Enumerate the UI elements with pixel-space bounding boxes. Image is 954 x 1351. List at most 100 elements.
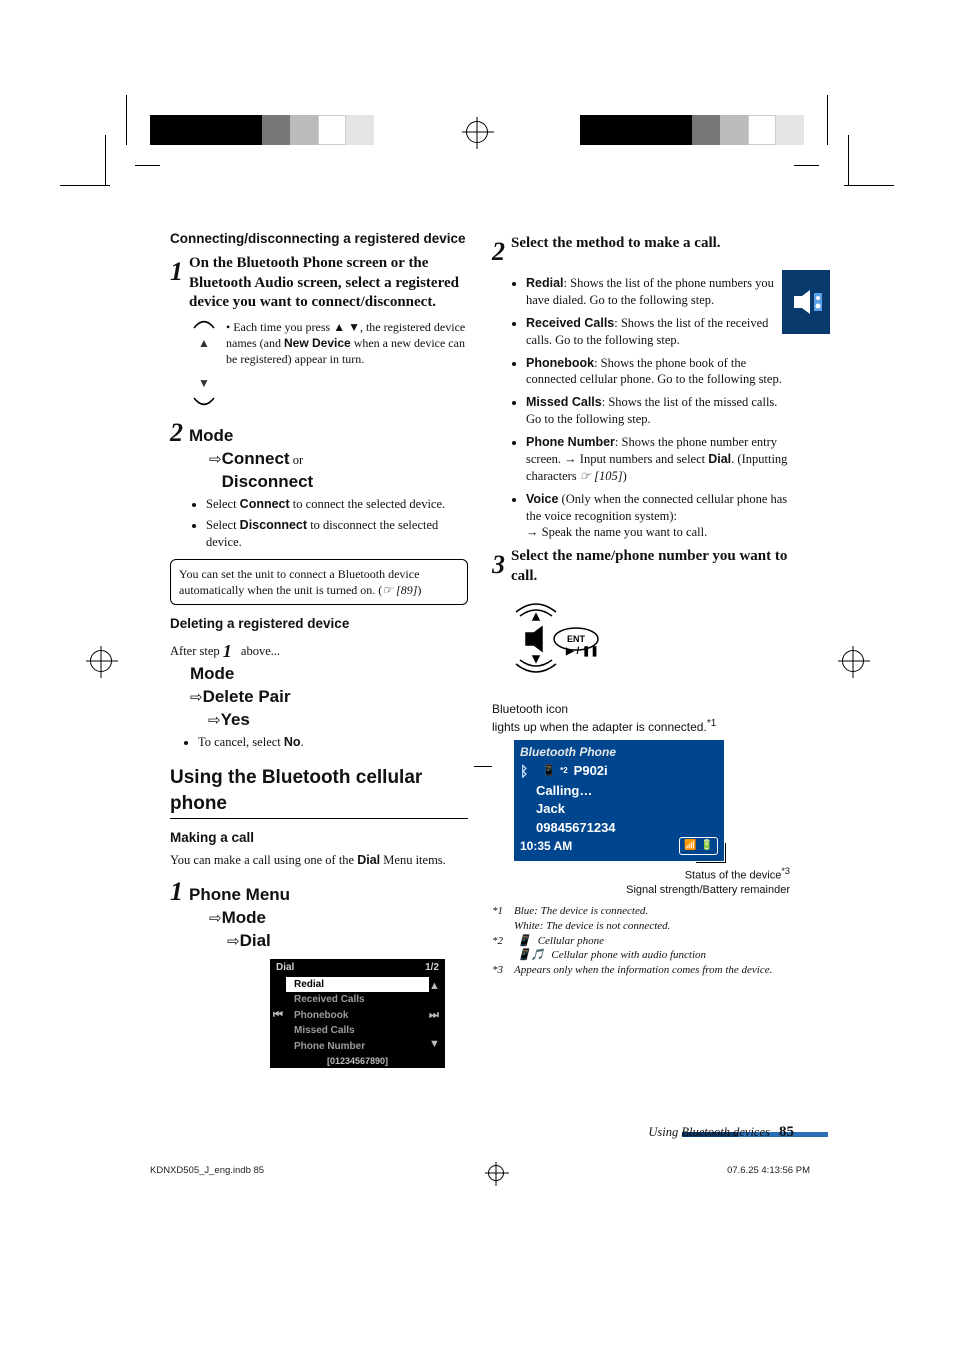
def-voice-paren: (Only when the connected cellular phone … [526,492,787,523]
def-number-dial: Dial [708,452,731,466]
print-registration-mark [488,1165,504,1181]
print-date: 07.6.25 4:13:56 PM [727,1165,810,1181]
prev-icon: ⏮ [270,977,286,1055]
making-intro-dial: Dial [357,853,380,867]
signal-battery-note: Signal strength/Battery remainder [492,883,790,898]
bt-dev-sup: *2 [560,766,568,777]
lead-line-signal [696,843,726,863]
dial-footer-number: [01234567890] [270,1054,445,1068]
bt-phone-number: 09845671234 [520,818,718,837]
status-note-sup: *3 [781,866,790,876]
bt-icon-sup1: *1 [707,718,716,729]
def-redial-d: : Shows the list of the phone numbers yo… [526,276,774,307]
step-number-1: 1 [170,254,183,313]
dial-item-missed: Missed Calls [286,1023,429,1039]
step2-mode: Mode [189,425,313,448]
step1-text: On the Bluetooth Phone screen or the Blu… [189,254,468,313]
def-number-t: Phone Number [526,435,615,449]
auto-connect-note: You can set the unit to connect a Blueto… [170,559,468,605]
del-after-num: 1 [223,641,232,661]
dial-menu-screenshot: Dial1/2 ⏮ Redial Received Calls Phoneboo… [270,959,445,1068]
subhead-making-call: Making a call [170,829,468,847]
step1-arrows: ▲ ▼ [333,320,360,334]
del-cancel-no: No [284,735,301,749]
step1-new-device: New Device [284,336,351,350]
printer-crop-marks [0,125,954,205]
del-cancel-c: . [301,735,304,749]
bt-status: Calling… [520,781,718,800]
phone-audio-small-icon: 📱🎵 [517,948,544,963]
section-title-connecting: Connecting/disconnecting a registered de… [170,230,468,248]
down-icon: ▼ [429,1037,445,1052]
page-footer: Using Bluetooth devices 85 [648,1124,794,1141]
fn1-key: *1 [492,904,510,919]
def-voice-t: Voice [526,492,558,506]
dial-list: Redial Received Calls Phonebook Missed C… [286,977,429,1055]
right-step3-num: 3 [492,547,505,586]
s2-b2-disconnect: Disconnect [240,518,307,532]
footer-section: Using Bluetooth devices [648,1125,770,1139]
note-ref: ☞ [89] [382,583,417,597]
del-cancel-a: To cancel, select [198,735,284,749]
up-down-device-icon: ▲ ▼ [192,319,216,407]
s2-b1c: to connect the selected device. [290,497,445,511]
s2-b2a: Select [206,518,240,532]
s2-b1-connect: Connect [240,497,290,511]
step2-disconnect: Disconnect [222,472,314,491]
print-footer: KDNXD505_J_eng.indb 85 07.6.25 4:13:56 P… [150,1165,810,1181]
left-column: Connecting/disconnecting a registered de… [170,230,468,1068]
registration-mark-left [90,650,112,672]
status-note: Status of the device [685,869,782,881]
up-icon: ▲ [429,979,445,994]
phone-icon: 📱 [542,764,556,779]
step2-or: or [290,453,304,467]
step2-connect: Connect [222,449,290,468]
def-phonebook-t: Phonebook [526,356,594,370]
fn2-key: *2 [492,934,510,949]
bt-contact-name: Jack [520,799,718,818]
bluetooth-icon: ᛒ [520,762,528,781]
def-missed-t: Missed Calls [526,395,602,409]
signal-icon: 📶 [684,839,696,853]
pm-dial: Dial [240,931,271,950]
audio-icon [788,290,824,314]
right-step2-num: 2 [492,234,505,269]
arrow-right-icon-2: → [526,525,539,539]
fn1-blue: Blue: The device is connected. [514,904,648,919]
bt-screen-title: Bluetooth Phone [520,744,718,762]
del-after-b: above... [238,644,280,658]
pm-mode: Mode [222,908,266,927]
dial-item-redial: Redial [286,977,429,993]
remote-dpad-graphic: ENT ▶ / ❚❚ [496,594,790,689]
s2-b1a: Select [206,497,240,511]
phone-menu-step-num: 1 [170,874,183,909]
fn2-text: Cellular phone [538,934,604,949]
note-text-b: ) [417,583,421,597]
right-step2-text: Select the method to make a call. [511,234,721,269]
next-icon: ⏭ [429,1008,445,1023]
bt-icon-caption-2: lights up when the adapter is connected. [492,720,707,734]
del-mode: Mode [190,664,234,683]
bt-device-name: P902i [574,762,608,780]
dial-item-phonebook: Phonebook [286,1008,429,1024]
registration-mark-right [842,650,864,672]
dial-item-received: Received Calls [286,992,429,1008]
step-number-2: 2 [170,415,183,450]
def-received-t: Received Calls [526,316,614,330]
step1-sub-a: Each time you press [233,320,333,334]
phone-menu: Phone Menu [189,884,290,907]
def-number-close: ) [623,469,627,483]
del-yes: Yes [221,710,250,729]
making-intro-a: You can make a call using one of the [170,853,357,867]
def-voice-d: Speak the name you want to call. [539,525,708,539]
fn3-key: *3 [492,963,510,978]
del-pair: Delete Pair [203,687,291,706]
bluetooth-phone-screen: Bluetooth Phone ᛒ 📱 *2 P902i Calling… Jac… [514,740,724,861]
def-redial-t: Redial [526,276,564,290]
del-after-a: After step [170,644,223,658]
dial-item-number: Phone Number [286,1039,429,1055]
play-pause-label: ▶ / ❚❚ [565,646,599,657]
fn1-white: White: The device is not connected. [514,919,670,934]
bt-icon-caption-1: Bluetooth icon [492,701,790,717]
print-file: KDNXD505_J_eng.indb 85 [150,1165,264,1181]
